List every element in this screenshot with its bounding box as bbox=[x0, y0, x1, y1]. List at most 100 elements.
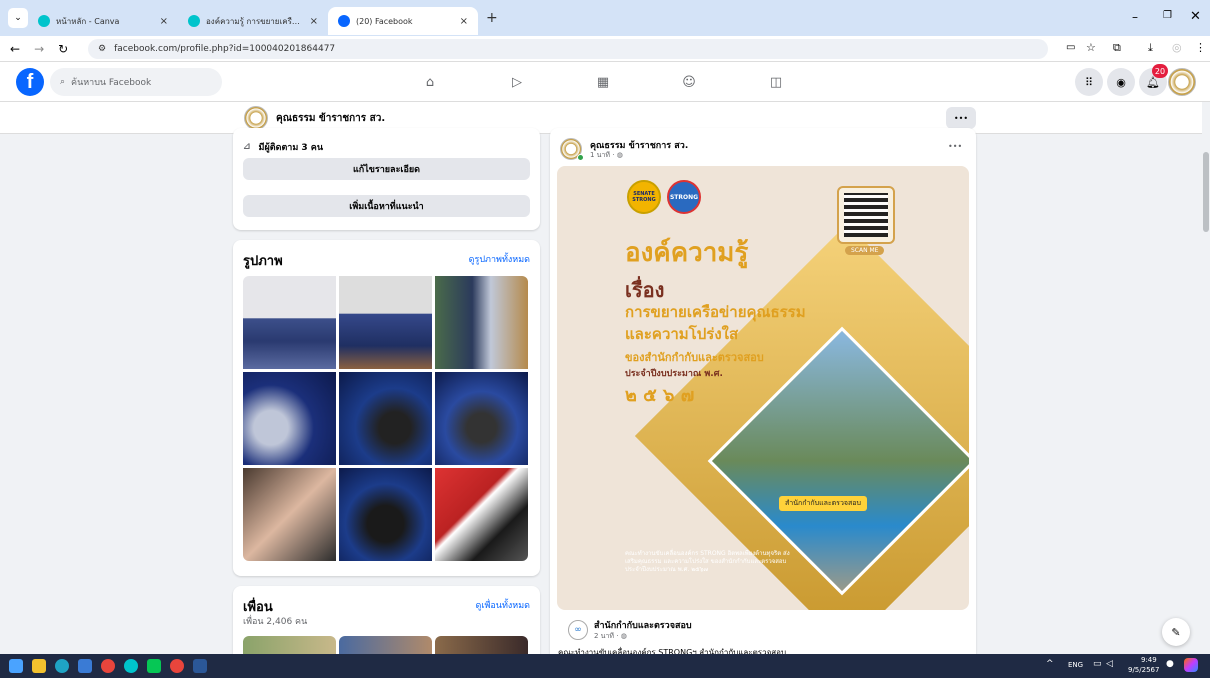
compose-icon: ✎ bbox=[1171, 625, 1181, 639]
photo-thumbnail[interactable] bbox=[339, 468, 432, 561]
forward-icon[interactable]: → bbox=[34, 42, 44, 56]
tab-canva[interactable]: หน้าหลัก - Canva × bbox=[28, 7, 178, 35]
copilot-icon[interactable] bbox=[1184, 658, 1198, 672]
store-icon[interactable] bbox=[78, 659, 92, 673]
chrome-icon[interactable] bbox=[101, 659, 115, 673]
profile-icon[interactable]: ◎ bbox=[1172, 41, 1182, 54]
windows-start-icon[interactable] bbox=[9, 659, 23, 673]
poster-footer: คณะทำงานขับเคลื่อนองค์กร STRONG อิตพลเพี… bbox=[625, 550, 790, 573]
globe-icon: ◍ bbox=[616, 151, 623, 159]
see-all-photos-link[interactable]: ดูรูปภาพทั้งหมด bbox=[469, 252, 530, 266]
language-indicator[interactable]: ENG bbox=[1068, 661, 1083, 669]
logo-strong: STRONG bbox=[667, 180, 701, 214]
see-all-friends-link[interactable]: ดูเพื่อนทั้งหมด bbox=[476, 598, 530, 612]
shared-author-name[interactable]: สำนักกำกับและตรวจสอบ bbox=[594, 618, 692, 632]
edge-icon[interactable] bbox=[55, 659, 69, 673]
menu-grid-icon[interactable]: ⠿ bbox=[1075, 68, 1103, 96]
photo-thumbnail[interactable] bbox=[243, 468, 336, 561]
address-bar[interactable]: ⚙ facebook.com/profile.php?id=1000402018… bbox=[88, 39, 1048, 59]
clock-time[interactable]: 9:49 bbox=[1141, 656, 1157, 664]
tab-canva-2[interactable]: องค์ความรู้ การขยายเครือข่ายคุณธรร × bbox=[178, 7, 328, 35]
notification-center-icon[interactable]: ● bbox=[1166, 659, 1174, 669]
qr-code[interactable] bbox=[837, 186, 895, 244]
home-icon[interactable]: ⌂ bbox=[420, 72, 440, 92]
volume-icon[interactable]: ◁ bbox=[1106, 659, 1113, 669]
windows-taskbar: ^ ENG ▭ ◁ 9:49 9/5/2567 ● bbox=[0, 654, 1210, 678]
new-tab-button[interactable]: + bbox=[486, 10, 498, 26]
back-icon[interactable]: ← bbox=[10, 42, 20, 56]
photo-thumbnail[interactable] bbox=[243, 372, 336, 465]
messenger-icon[interactable]: ◉ bbox=[1107, 68, 1135, 96]
intro-card: ⊿ มีผู้ติดตาม 3 คน แก้ไขรายละเอียด เพิ่ม… bbox=[233, 128, 540, 230]
followers-row: ⊿ มีผู้ติดตาม 3 คน bbox=[243, 142, 323, 153]
clock-date[interactable]: 9/5/2567 bbox=[1128, 666, 1159, 674]
scan-me-label: SCAN ME bbox=[845, 246, 885, 255]
photo-thumbnail[interactable] bbox=[339, 372, 432, 465]
profile-name[interactable]: คุณธรรม ข้าราชการ สว. bbox=[276, 111, 385, 126]
page-scrollbar[interactable] bbox=[1202, 102, 1210, 654]
photo-thumbnail[interactable] bbox=[435, 468, 528, 561]
new-message-button[interactable]: ✎ bbox=[1162, 618, 1190, 646]
post-timestamp[interactable]: 1 นาที · ◍ bbox=[590, 150, 623, 161]
extensions-icon[interactable]: ⧉ bbox=[1113, 41, 1121, 55]
globe-icon: ◍ bbox=[620, 632, 627, 640]
tray-chevron-icon[interactable]: ^ bbox=[1046, 659, 1054, 669]
photo-thumbnail[interactable] bbox=[435, 372, 528, 465]
photos-title: รูปภาพ bbox=[243, 254, 283, 269]
close-tab-icon[interactable]: × bbox=[310, 16, 318, 27]
profile-more-button[interactable]: ••• bbox=[946, 107, 976, 129]
facebook-logo[interactable]: f bbox=[16, 68, 44, 96]
post-image[interactable]: SENATE STRONG STRONG SCAN ME องค์ความรู้… bbox=[557, 166, 969, 610]
marketplace-icon[interactable]: ▦ bbox=[593, 72, 613, 92]
photo-thumbnail[interactable] bbox=[243, 276, 336, 369]
network-icon[interactable]: ▭ bbox=[1093, 659, 1102, 669]
search-input[interactable]: ⌕ ค้นหาบน Facebook bbox=[50, 68, 222, 96]
photo-thumbnail[interactable] bbox=[339, 276, 432, 369]
cast-icon[interactable]: ▭ bbox=[1066, 42, 1075, 53]
shared-timestamp[interactable]: 2 นาที · ◍ bbox=[594, 631, 627, 642]
profile-avatar[interactable] bbox=[244, 106, 268, 130]
browser-tab-bar: ⌄ หน้าหลัก - Canva × องค์ความรู้ การขยาย… bbox=[0, 0, 1210, 36]
tab-facebook[interactable]: (20) Facebook × bbox=[328, 7, 478, 35]
line-icon[interactable] bbox=[147, 659, 161, 673]
poster-line3: ของสำนักกำกับและตรวจสอบ bbox=[625, 351, 764, 364]
reload-icon[interactable]: ↻ bbox=[58, 42, 68, 56]
scrollbar-thumb[interactable] bbox=[1203, 152, 1209, 232]
close-tab-icon[interactable]: × bbox=[460, 16, 468, 27]
shared-author-avatar[interactable]: ∞ bbox=[568, 620, 588, 640]
close-window-button[interactable]: ✕ bbox=[1190, 9, 1201, 24]
close-tab-icon[interactable]: × bbox=[160, 16, 168, 27]
minimize-button[interactable]: – bbox=[1132, 10, 1138, 24]
photo-thumbnail[interactable] bbox=[435, 276, 528, 369]
post-card: คุณธรรม ข้าราชการ สว. 1 นาที · ◍ ••• SEN… bbox=[550, 128, 976, 668]
site-info-icon[interactable]: ⚙ bbox=[98, 44, 106, 54]
canva-icon bbox=[188, 15, 200, 27]
canva-app-icon[interactable] bbox=[124, 659, 138, 673]
tab-list-icon[interactable]: ⌄ bbox=[8, 8, 28, 28]
friends-count: เพื่อน 2,406 คน bbox=[243, 617, 308, 627]
chrome-profile-icon[interactable] bbox=[170, 659, 184, 673]
online-dot bbox=[577, 154, 584, 161]
logo-senate: SENATE STRONG bbox=[627, 180, 661, 214]
poster-line1: การขยายเครือข่ายคุณธรรม bbox=[625, 303, 806, 321]
video-icon[interactable]: ▷ bbox=[507, 72, 527, 92]
poster-banner: สำนักกำกับและตรวจสอบ bbox=[779, 496, 867, 511]
qr-pattern-icon bbox=[844, 193, 888, 237]
notification-count-badge: 20 bbox=[1152, 64, 1168, 78]
address-toolbar: ← → ↻ ⚙ facebook.com/profile.php?id=1000… bbox=[0, 36, 1210, 62]
edit-details-button[interactable]: แก้ไขรายละเอียด bbox=[243, 158, 530, 180]
file-explorer-icon[interactable] bbox=[32, 659, 46, 673]
word-icon[interactable] bbox=[193, 659, 207, 673]
bookmark-star-icon[interactable]: ☆ bbox=[1086, 41, 1096, 54]
poster-line4: ประจำปีงบประมาณ พ.ศ. bbox=[625, 369, 723, 379]
search-icon: ⌕ bbox=[60, 77, 66, 87]
restore-button[interactable]: ❐ bbox=[1163, 10, 1172, 21]
download-icon[interactable]: ⤓ bbox=[1148, 41, 1153, 55]
canva-icon bbox=[38, 15, 50, 27]
menu-icon[interactable]: ⋮ bbox=[1195, 41, 1206, 54]
post-more-button[interactable]: ••• bbox=[948, 142, 962, 151]
add-featured-button[interactable]: เพิ่มเนื้อหาที่แนะนำ bbox=[243, 195, 530, 217]
groups-icon[interactable]: ☺ bbox=[679, 72, 699, 92]
account-avatar[interactable] bbox=[1168, 68, 1196, 96]
gaming-icon[interactable]: ◫ bbox=[766, 72, 786, 92]
